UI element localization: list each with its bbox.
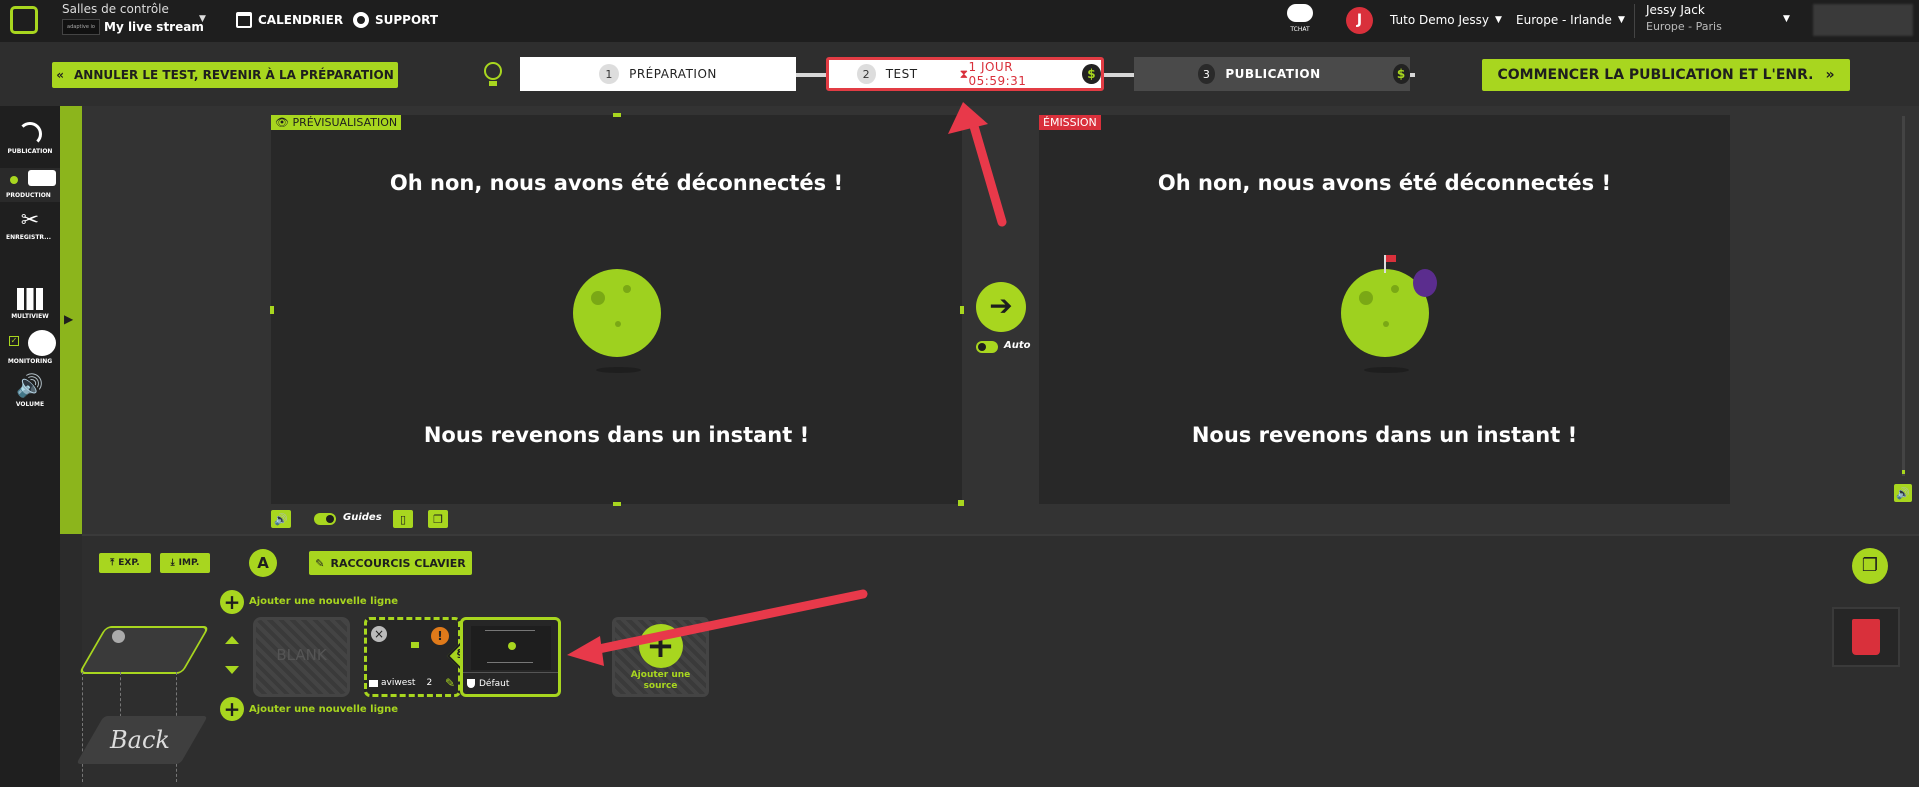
arrow-to-timer <box>948 102 1007 227</box>
arrow-to-source <box>567 589 868 666</box>
annotation-arrows <box>567 102 1007 666</box>
